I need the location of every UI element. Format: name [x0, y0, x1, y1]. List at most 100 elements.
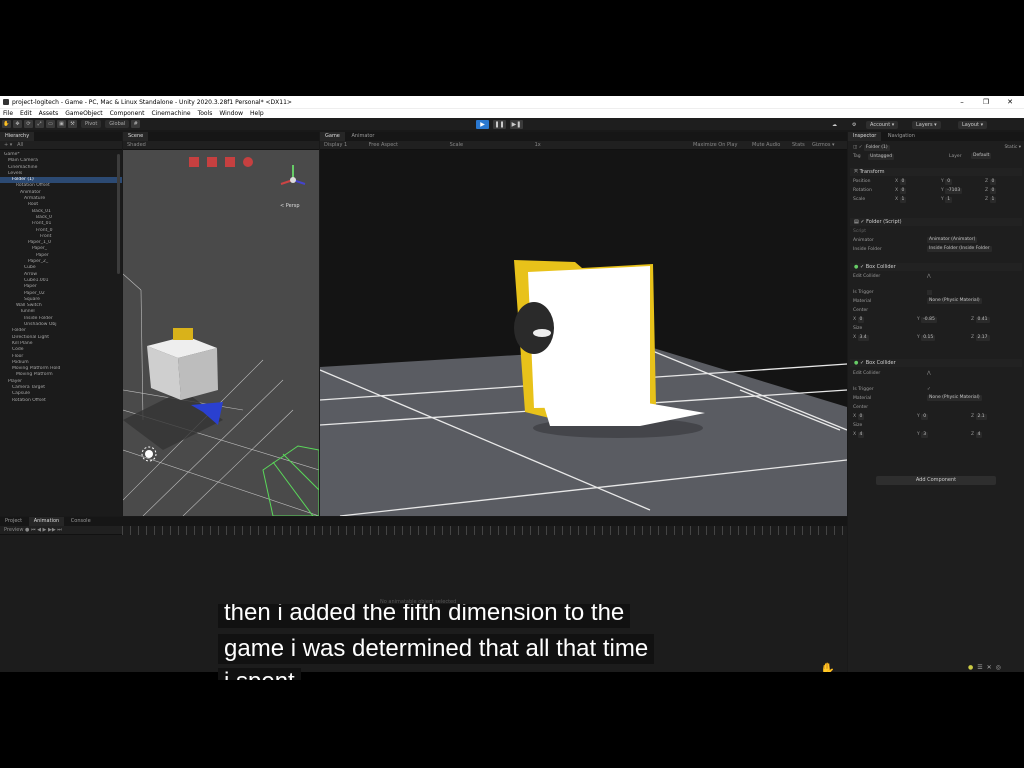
scene-tool-icon[interactable]	[243, 157, 253, 167]
step-button[interactable]: ▶❚	[510, 120, 523, 129]
hierarchy-item[interactable]: Rotation Offset	[0, 398, 122, 404]
maximize-on-play-toggle[interactable]: Maximize On Play	[693, 141, 737, 150]
perspective-label[interactable]: < Persp	[280, 203, 300, 209]
rotation-y-field[interactable]: -7103	[945, 188, 963, 194]
grid-snap-icon[interactable]: #	[131, 120, 141, 128]
layout-dropdown[interactable]: Layout ▾	[958, 121, 988, 129]
material-field[interactable]: None (Physic Material)	[927, 395, 982, 401]
pause-button[interactable]: ❚❚	[493, 120, 506, 129]
move-tool-icon[interactable]: ✥	[13, 120, 22, 128]
scale-z-field[interactable]: 1	[989, 197, 997, 203]
scale-value[interactable]: 1x	[535, 142, 541, 148]
folder-object[interactable]	[173, 328, 193, 340]
maximize-button[interactable]: ❐	[974, 96, 998, 108]
menu-gameobject[interactable]: GameObject	[65, 110, 102, 117]
aspect-dropdown[interactable]: Free Aspect	[369, 142, 398, 148]
size-x-field[interactable]: 3.4	[857, 335, 869, 341]
menu-component[interactable]: Component	[110, 110, 145, 117]
tag-dropdown[interactable]: Untagged	[868, 154, 895, 160]
stats-toggle[interactable]: Stats	[792, 141, 805, 150]
position-y-field[interactable]: 0	[945, 179, 953, 185]
layer-dropdown[interactable]: Default	[971, 153, 992, 159]
animator-field[interactable]: Animator (Animator)	[927, 237, 978, 243]
menu-window[interactable]: Window	[219, 110, 243, 117]
timeline-ruler[interactable]	[122, 526, 847, 535]
center-y-field[interactable]: 0	[921, 414, 929, 420]
display-dropdown[interactable]: Display 1	[324, 142, 347, 148]
menu-help[interactable]: Help	[250, 110, 264, 117]
scale-x-field[interactable]: 1	[899, 197, 907, 203]
inside-folder-field[interactable]: Inside Folder (Inside Folder	[927, 246, 992, 252]
scale-tool-icon[interactable]: ⤢	[35, 120, 44, 128]
position-x-field[interactable]: 0	[899, 179, 907, 185]
scale-y-field[interactable]: 1	[945, 197, 953, 203]
hand-tool-icon[interactable]: ✋	[2, 120, 11, 128]
tab-console[interactable]: Console	[66, 517, 96, 526]
tab-animator[interactable]: Animator	[346, 132, 379, 141]
edit-collider-button[interactable]: ⋀	[927, 370, 931, 377]
preview-toggle[interactable]: Preview	[4, 527, 23, 533]
game-viewport[interactable]	[320, 150, 847, 516]
close-button[interactable]: ✕	[998, 96, 1022, 108]
pivot-toggle[interactable]: Pivot	[81, 120, 102, 128]
position-z-field[interactable]: 0	[989, 179, 997, 185]
rect-tool-icon[interactable]: ▭	[46, 120, 55, 128]
tab-animation[interactable]: Animation	[28, 517, 65, 526]
play-button[interactable]: ▶	[476, 120, 489, 129]
transform-tool-icon[interactable]: ▣	[57, 120, 66, 128]
hierarchy-search[interactable]: + ▾ All	[0, 141, 122, 150]
box-collider-2-header[interactable]: ● ✓ Box Collider	[850, 359, 1022, 367]
center-z-field[interactable]: 2.1	[975, 414, 987, 420]
center-x-field[interactable]: 0	[857, 317, 865, 323]
size-z-field[interactable]: 4	[975, 432, 983, 438]
menu-edit[interactable]: Edit	[20, 110, 32, 117]
scene-tool-icon[interactable]	[225, 157, 235, 167]
transform-header[interactable]: ⤧ Transform	[850, 168, 1022, 176]
center-y-field[interactable]: -0.85	[921, 317, 937, 323]
tab-navigation[interactable]: Navigation	[883, 132, 920, 141]
settings-icon[interactable]: ◎	[996, 664, 1005, 671]
scene-tool-icon[interactable]	[207, 157, 217, 167]
global-toggle[interactable]: Global	[105, 120, 130, 128]
folder-script-header[interactable]: ▤ ✓ Folder (Script)	[850, 218, 1022, 226]
tab-game[interactable]: Game	[320, 132, 345, 141]
center-z-field[interactable]: 0.41	[975, 317, 990, 323]
is-trigger-checkbox[interactable]	[927, 290, 932, 295]
size-z-field[interactable]: 2.17	[975, 335, 990, 341]
hierarchy-search-input[interactable]: All	[17, 142, 23, 148]
tab-scene[interactable]: Scene	[123, 132, 149, 141]
rotate-tool-icon[interactable]: ⟳	[24, 120, 33, 128]
box-collider-1-header[interactable]: ● ✓ Box Collider	[850, 263, 1022, 271]
menu-tools[interactable]: Tools	[198, 110, 213, 117]
layers-dropdown[interactable]: Layers ▾	[912, 121, 941, 129]
menu-cinemachine[interactable]: Cinemachine	[151, 110, 190, 117]
debug-icon[interactable]: ✕	[987, 664, 996, 671]
size-y-field[interactable]: 0.15	[921, 335, 936, 341]
rotation-z-field[interactable]: 0	[989, 188, 997, 194]
tab-inspector[interactable]: Inspector	[848, 132, 882, 141]
add-component-button[interactable]: Add Component	[876, 476, 996, 485]
collab-status-icon[interactable]: ☰	[977, 664, 986, 671]
menu-assets[interactable]: Assets	[39, 110, 59, 117]
scene-tool-icon[interactable]	[189, 157, 199, 167]
menu-file[interactable]: File	[3, 110, 13, 117]
size-x-field[interactable]: 4	[857, 432, 865, 438]
size-y-field[interactable]: 3	[921, 432, 929, 438]
minimize-button[interactable]: –	[950, 96, 974, 108]
gizmos-dropdown[interactable]: Gizmos ▾	[812, 141, 835, 150]
is-trigger-checkbox[interactable]: ✓	[927, 386, 931, 393]
collab-icon[interactable]: ⚙	[848, 121, 860, 129]
build-status-icon[interactable]: ●	[968, 664, 977, 671]
tab-project[interactable]: Project	[0, 517, 27, 526]
mute-audio-toggle[interactable]: Mute Audio	[752, 141, 780, 150]
account-dropdown[interactable]: Account ▾	[866, 121, 899, 129]
static-dropdown[interactable]: Static ▾	[1004, 144, 1021, 151]
custom-tool-icon[interactable]: ⚒	[68, 120, 77, 128]
center-x-field[interactable]: 0	[857, 414, 865, 420]
shading-mode-dropdown[interactable]: Shaded	[127, 142, 146, 148]
edit-collider-button[interactable]: ⋀	[927, 273, 931, 280]
hierarchy-scrollbar[interactable]	[117, 154, 120, 274]
scene-viewport[interactable]: < Persp	[123, 150, 319, 516]
material-field[interactable]: None (Physic Material)	[927, 298, 982, 304]
tab-hierarchy[interactable]: Hierarchy	[0, 132, 35, 141]
